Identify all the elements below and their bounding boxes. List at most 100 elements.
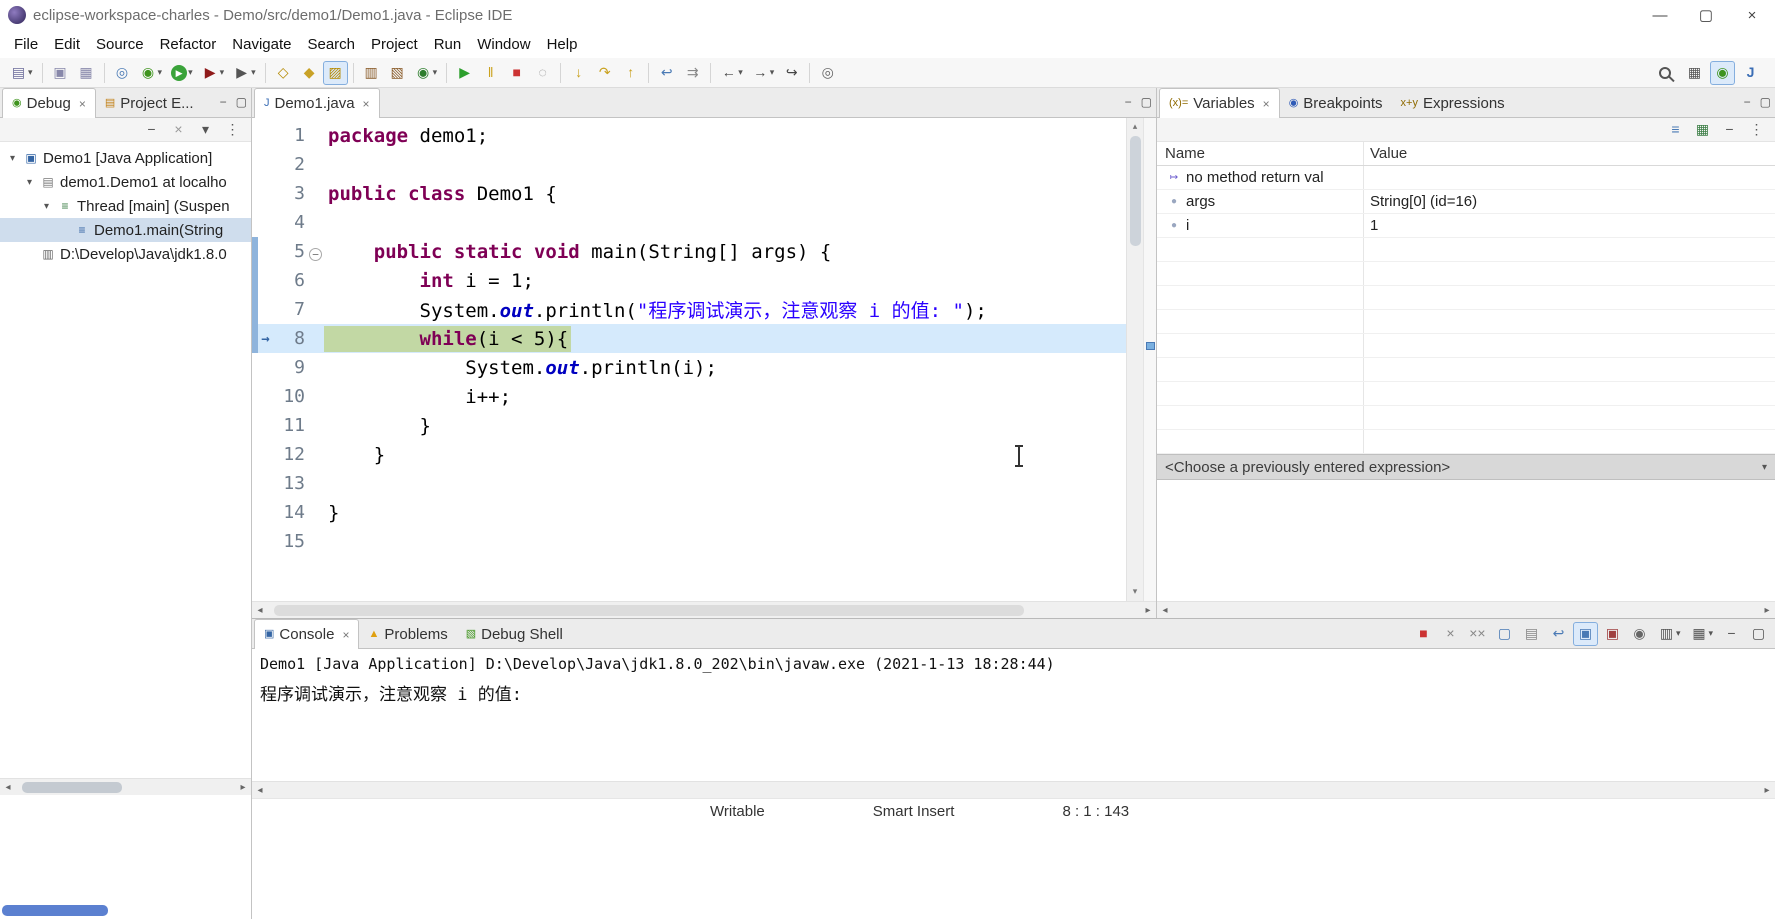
editor-vscrollbar[interactable]: ▴ ▾ [1126, 118, 1143, 601]
word-wrap-icon[interactable]: ↩ [1546, 622, 1571, 646]
tab-console[interactable]: ▣ Console × [254, 619, 360, 649]
tree-item-thread-main-suspen[interactable]: ▾ ≡ Thread [main] (Suspen [0, 194, 251, 218]
open-type-button[interactable]: ◇ [271, 61, 296, 85]
code-line-5[interactable]: 5− public static void main(String[] args… [252, 237, 1126, 266]
code-line-4[interactable]: 4 [252, 208, 1126, 237]
remove-launch-icon[interactable]: × [1438, 622, 1463, 646]
view-menu-icon[interactable]: ⋮ [220, 118, 245, 142]
minimize-view-button[interactable]: − [1125, 95, 1132, 109]
clear-console-icon[interactable]: ▢ [1492, 622, 1517, 646]
scroll-lock-icon[interactable]: ▤ [1519, 622, 1544, 646]
scroll-left-icon[interactable]: ◂ [0, 782, 16, 793]
code-line-10[interactable]: 10 i++; [252, 382, 1126, 411]
console-text-area[interactable]: Demo1 [Java Application] D:\Develop\Java… [252, 649, 1775, 781]
show-type-names-icon[interactable]: ≡ [1663, 118, 1688, 142]
fold-collapse-icon[interactable]: − [307, 241, 324, 263]
code-line-15[interactable]: 15 [252, 527, 1126, 556]
menu-source[interactable]: Source [88, 33, 152, 56]
column-header-value[interactable]: Value [1364, 142, 1775, 165]
code-line-7[interactable]: 7 System.out.println("程序调试演示，注意观察 i 的值: … [252, 295, 1126, 324]
mark-occurrences-button[interactable]: ▨ [322, 60, 348, 85]
suspend-button[interactable]: ‖ [478, 61, 503, 85]
line-number[interactable]: 11 [273, 415, 307, 436]
step-over-button[interactable]: ↷ [592, 61, 617, 85]
show-logical-structures-icon[interactable]: ▦ [1690, 118, 1715, 142]
tree-item-demo1-main-string[interactable]: ≡ Demo1.main(String [0, 218, 251, 242]
debug-perspective-button[interactable]: ◉ [1710, 60, 1735, 85]
external-tools-button[interactable]: ▶ ▾ [229, 61, 260, 85]
variables-hscrollbar[interactable]: ◂ ▸ [1157, 601, 1775, 618]
remove-terminated-icon[interactable]: × [166, 118, 191, 142]
collapse-all-icon[interactable]: − [1717, 118, 1742, 142]
current-line-annotation[interactable] [1146, 342, 1155, 350]
save-all-button[interactable]: ▦ [74, 61, 99, 85]
dropdown-arrow-icon[interactable]: ▾ [220, 67, 225, 78]
dropdown-arrow-icon[interactable]: ▾ [1676, 628, 1681, 639]
open-console-icon[interactable]: ▦ ▾ [1686, 622, 1717, 646]
new-wizard-button[interactable]: ▤ ▾ [6, 61, 37, 85]
bottom-left-scrollbar-thumb[interactable] [2, 905, 108, 916]
new-class-button[interactable]: ◉ ▾ [411, 61, 442, 85]
tab-project-e[interactable]: ▤ Project E... [96, 90, 203, 117]
line-number[interactable]: 3 [273, 183, 307, 204]
dropdown-arrow-icon[interactable]: ▾ [738, 67, 743, 78]
line-number[interactable]: 7 [273, 299, 307, 320]
menu-edit[interactable]: Edit [46, 33, 88, 56]
coverage-button[interactable]: ▶ ▾ [198, 61, 229, 85]
tab-variables[interactable]: (x)= Variables × [1159, 88, 1280, 118]
dropdown-arrow-icon[interactable]: ▾ [158, 67, 163, 78]
dropdown-arrow-icon[interactable]: ▾ [188, 67, 193, 78]
new-java-project-button[interactable]: ▥ [359, 61, 384, 85]
line-number[interactable]: 14 [273, 502, 307, 523]
search-flashlight-button[interactable]: ◆ [297, 61, 322, 85]
scroll-right-icon[interactable]: ▸ [1759, 605, 1775, 616]
scroll-right-icon[interactable]: ▸ [1759, 785, 1775, 796]
minimize-icon[interactable]: − [1719, 622, 1744, 646]
minimize-view-button[interactable]: − [220, 95, 227, 109]
maximize-view-button[interactable]: ▢ [236, 95, 247, 109]
dropdown-arrow-icon[interactable]: ▾ [251, 67, 256, 78]
line-number[interactable]: 9 [273, 357, 307, 378]
use-step-filters-button[interactable]: ⇉ [680, 61, 705, 85]
menu-help[interactable]: Help [539, 33, 586, 56]
pin-console-icon[interactable]: ◉ [1627, 622, 1652, 646]
terminate-icon[interactable]: ■ [1411, 622, 1436, 646]
show-stdout-icon[interactable]: ▣ [1572, 621, 1598, 646]
drop-to-frame-button[interactable]: ↩ [654, 61, 679, 85]
step-return-button[interactable]: ↑ [618, 61, 643, 85]
debug-layout-icon[interactable]: ▾ [193, 118, 218, 142]
code-line-3[interactable]: 3 public class Demo1 { [252, 179, 1126, 208]
scroll-track[interactable] [1173, 602, 1759, 618]
save-button[interactable]: ▣ [48, 61, 73, 85]
menu-file[interactable]: File [6, 33, 46, 56]
code-line-11[interactable]: 11 } [252, 411, 1126, 440]
expression-prompt-bar[interactable]: <Choose a previously entered expression>… [1157, 454, 1775, 480]
menu-window[interactable]: Window [469, 33, 538, 56]
search-icon[interactable] [1653, 61, 1679, 85]
scroll-thumb[interactable] [274, 605, 1024, 616]
show-stderr-icon[interactable]: ▣ [1600, 622, 1625, 646]
resume-button[interactable]: ▶ [452, 61, 477, 85]
variable-row-i[interactable]: ● i 1 [1157, 214, 1775, 238]
line-number[interactable]: 8 [273, 328, 307, 349]
remove-all-launches-icon[interactable]: ×× [1465, 622, 1490, 646]
line-number[interactable]: 10 [273, 386, 307, 407]
tree-item-demo1-java-application[interactable]: ▾ ▣ Demo1 [Java Application] [0, 146, 251, 170]
scroll-track[interactable] [16, 779, 235, 795]
minimize-view-button[interactable]: − [1744, 95, 1751, 109]
code-line-12[interactable]: 12 } [252, 440, 1126, 469]
menu-project[interactable]: Project [363, 33, 426, 56]
line-number[interactable]: 13 [273, 473, 307, 494]
collapse-all-icon[interactable]: − [139, 118, 164, 142]
debug-button[interactable]: ◉ ▾ [136, 61, 167, 85]
tree-item-demo1-demo1-at-localho[interactable]: ▾ ▤ demo1.Demo1 at localho [0, 170, 251, 194]
display-console-icon[interactable]: ▥ ▾ [1654, 622, 1685, 646]
tab-breakpoints[interactable]: ◉ Breakpoints [1280, 90, 1392, 117]
code-line-8[interactable]: → 8 while(i < 5){ [252, 324, 1126, 353]
open-perspective-button[interactable]: ▦ [1682, 61, 1707, 85]
window-maximize-button[interactable]: ▢ [1683, 0, 1729, 30]
last-edit-location-button[interactable]: ↪ [779, 61, 804, 85]
maximize-view-button[interactable]: ▢ [1141, 95, 1152, 109]
scroll-right-icon[interactable]: ▸ [1140, 605, 1156, 616]
java-perspective-button[interactable]: J [1738, 61, 1763, 85]
